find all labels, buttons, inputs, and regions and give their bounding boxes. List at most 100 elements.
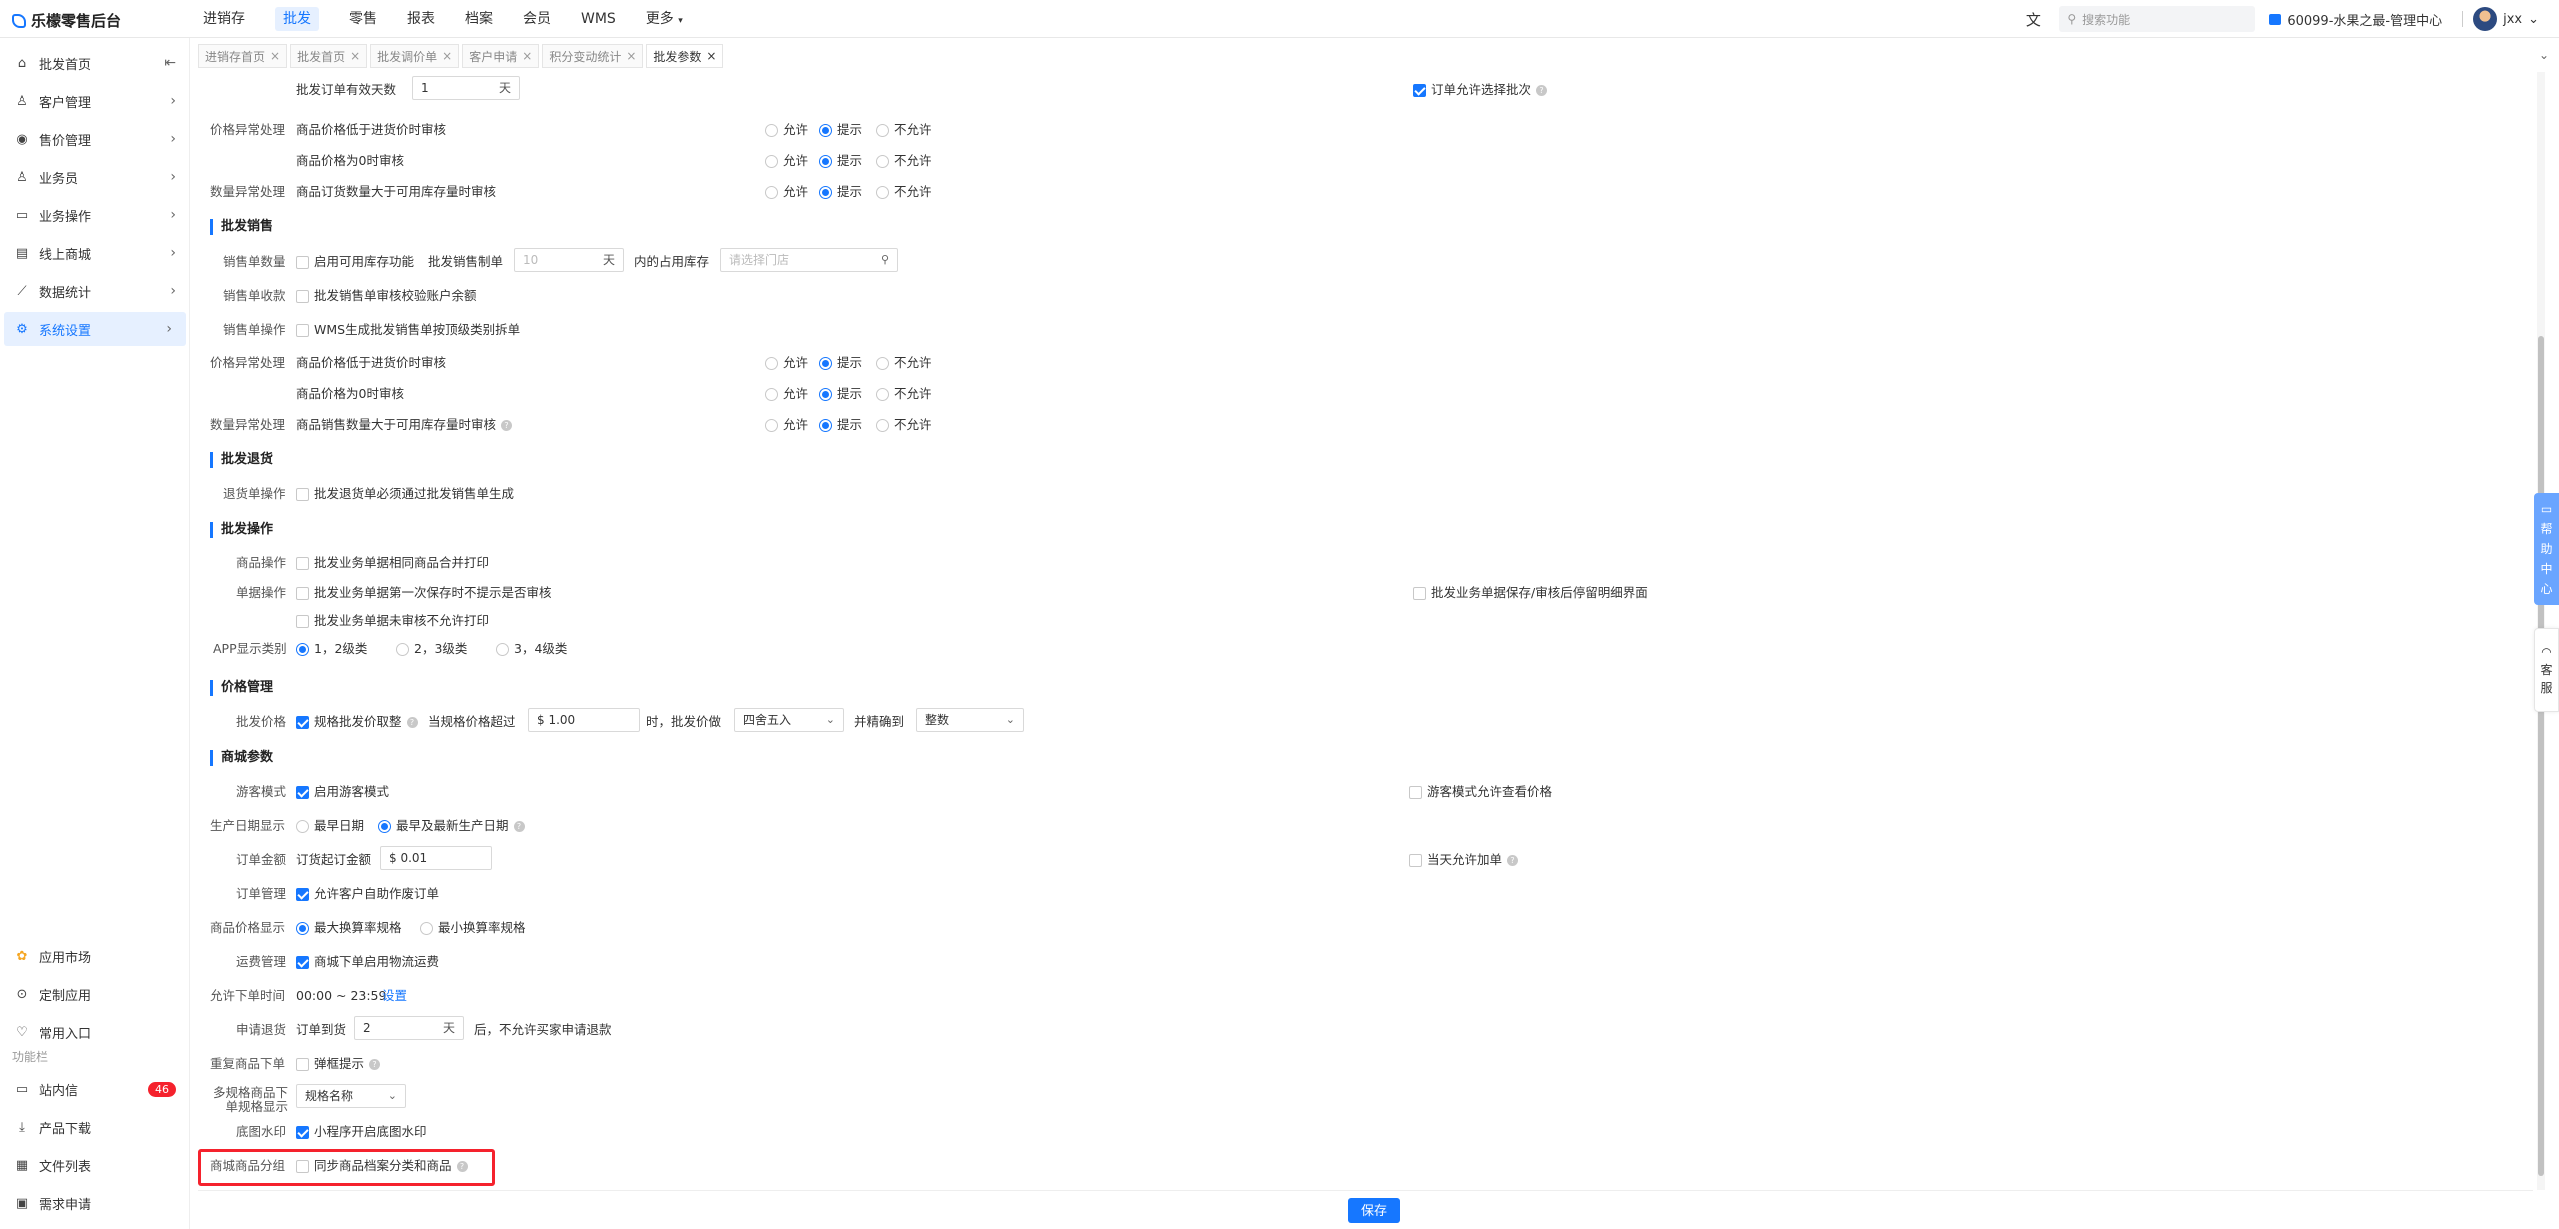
round-mode-select[interactable]: 四舍五入 ⌄ bbox=[734, 708, 844, 732]
close-icon[interactable]: × bbox=[626, 49, 636, 63]
translate-icon[interactable]: 文 bbox=[2021, 9, 2045, 30]
exceed-value-input[interactable]: $ 1.00 bbox=[528, 708, 640, 732]
precision-select[interactable]: 整数 ⌄ bbox=[916, 708, 1024, 732]
store-select[interactable]: 请选择门店 ⚲ bbox=[720, 248, 898, 272]
radio-max-rate[interactable] bbox=[296, 921, 309, 935]
sidebar-item-customer[interactable]: ♙ 客户管理 › bbox=[0, 84, 190, 118]
radio-cat-23[interactable] bbox=[396, 642, 409, 656]
help-icon[interactable]: ? bbox=[369, 1058, 381, 1070]
radio-allow[interactable] bbox=[765, 154, 778, 168]
enable-stock-checkbox[interactable] bbox=[296, 255, 309, 269]
nav-wholesale[interactable]: 批发 bbox=[260, 0, 334, 38]
help-icon[interactable]: ? bbox=[1507, 854, 1519, 866]
sidebar-item-online-mall[interactable]: ▤ 线上商城 › bbox=[0, 236, 190, 270]
help-center-tab[interactable]: ▭ 帮助中心 bbox=[2534, 493, 2559, 605]
sidebar-item-messages[interactable]: ▭ 站内信 46 bbox=[0, 1072, 190, 1106]
valid-days-input[interactable]: 1天 bbox=[412, 76, 520, 100]
scrollbar-thumb[interactable] bbox=[2538, 336, 2544, 1176]
collapse-icon[interactable]: ⇤ bbox=[164, 55, 176, 71]
sidebar-item-favorites[interactable]: ♡ 常用入口 bbox=[0, 1015, 190, 1049]
radio-earliest[interactable] bbox=[296, 819, 309, 833]
radio-min-rate[interactable] bbox=[420, 921, 433, 935]
sidebar-item-download[interactable]: ⤓ 产品下载 bbox=[0, 1110, 190, 1144]
radio-allow[interactable] bbox=[765, 387, 778, 401]
same-day-checkbox[interactable] bbox=[1409, 853, 1422, 867]
radio-disallow[interactable] bbox=[876, 356, 889, 370]
radio-prompt[interactable] bbox=[819, 418, 832, 432]
help-icon[interactable]: ? bbox=[513, 820, 525, 832]
sync-group-checkbox[interactable] bbox=[296, 1159, 309, 1173]
allow-batch-checkbox[interactable] bbox=[1413, 83, 1426, 97]
sidebar-item-wholesale-home[interactable]: ⌂ 批发首页 ⇤ bbox=[0, 46, 190, 80]
nav-archive[interactable]: 档案 bbox=[450, 0, 508, 38]
radio-disallow[interactable] bbox=[876, 123, 889, 137]
user-menu[interactable]: jxx ⌄ bbox=[2473, 7, 2539, 31]
tab-wholesale-home[interactable]: 批发首页 × bbox=[290, 44, 368, 68]
self-cancel-checkbox[interactable] bbox=[296, 887, 309, 901]
nav-member[interactable]: 会员 bbox=[508, 0, 566, 38]
sidebar-item-custom-app[interactable]: ⊙ 定制应用 bbox=[0, 977, 190, 1011]
guest-price-checkbox[interactable] bbox=[1409, 785, 1422, 799]
sidebar-item-operations[interactable]: ▭ 业务操作 › bbox=[0, 198, 190, 232]
logistics-checkbox[interactable] bbox=[296, 955, 309, 969]
radio-cat-34[interactable] bbox=[496, 642, 509, 656]
merge-print-checkbox[interactable] bbox=[296, 556, 309, 570]
balance-check-checkbox[interactable] bbox=[296, 289, 309, 303]
wms-split-checkbox[interactable] bbox=[296, 323, 309, 337]
tab-points-stats[interactable]: 积分变动统计 × bbox=[542, 44, 644, 68]
radio-disallow[interactable] bbox=[876, 387, 889, 401]
radio-allow[interactable] bbox=[765, 418, 778, 432]
nav-reports[interactable]: 报表 bbox=[392, 0, 450, 38]
customer-service-tab[interactable]: ◠ 客服 bbox=[2534, 628, 2559, 712]
radio-allow[interactable] bbox=[765, 356, 778, 370]
tab-inventory-home[interactable]: 进销存首页 × bbox=[198, 44, 288, 68]
return-must-checkbox[interactable] bbox=[296, 487, 309, 501]
radio-prompt[interactable] bbox=[819, 185, 832, 199]
help-icon[interactable]: ? bbox=[456, 1160, 468, 1172]
radio-prompt[interactable] bbox=[819, 387, 832, 401]
spec-round-checkbox[interactable] bbox=[296, 715, 309, 729]
tab-customer-apply[interactable]: 客户申请 × bbox=[462, 44, 540, 68]
nav-inventory[interactable]: 进销存 bbox=[188, 0, 260, 38]
sidebar-item-settings[interactable]: ⚙ 系统设置 › bbox=[4, 312, 186, 346]
search-input[interactable]: ⚲ 搜索功能 bbox=[2059, 6, 2256, 32]
radio-disallow[interactable] bbox=[876, 418, 889, 432]
mini-watermark-checkbox[interactable] bbox=[296, 1125, 309, 1139]
radio-prompt[interactable] bbox=[819, 123, 832, 137]
radio-prompt[interactable] bbox=[819, 356, 832, 370]
stay-detail-checkbox[interactable] bbox=[1413, 586, 1426, 600]
spec-name-select[interactable]: 规格名称 ⌄ bbox=[296, 1084, 406, 1108]
radio-prompt[interactable] bbox=[819, 154, 832, 168]
popup-hint-checkbox[interactable] bbox=[296, 1057, 309, 1071]
radio-disallow[interactable] bbox=[876, 185, 889, 199]
app-logo[interactable]: 乐檬零售后台 bbox=[12, 10, 121, 31]
sales-days-input[interactable]: 10 天 bbox=[514, 248, 624, 272]
tab-wholesale-params[interactable]: 批发参数 × bbox=[646, 44, 724, 68]
sidebar-item-app-market[interactable]: ✿ 应用市场 bbox=[0, 939, 190, 973]
tabs-dropdown-icon[interactable]: ⌄ bbox=[2539, 48, 2549, 62]
close-icon[interactable]: × bbox=[706, 49, 716, 63]
close-icon[interactable]: × bbox=[350, 49, 360, 63]
sidebar-item-salesman[interactable]: ♙ 业务员 › bbox=[0, 160, 190, 194]
close-icon[interactable]: × bbox=[270, 49, 280, 63]
min-amount-input[interactable]: $ 0.01 bbox=[380, 846, 492, 870]
help-icon[interactable]: ? bbox=[1536, 84, 1548, 96]
help-icon[interactable]: ? bbox=[501, 419, 513, 431]
no-print-checkbox[interactable] bbox=[296, 614, 309, 628]
store-selector[interactable]: 60099-水果之最-管理中心 bbox=[2269, 10, 2442, 29]
tab-price-adjust[interactable]: 批发调价单 × bbox=[370, 44, 460, 68]
no-prompt-checkbox[interactable] bbox=[296, 586, 309, 600]
help-icon[interactable]: ? bbox=[406, 716, 418, 728]
radio-cat-12[interactable] bbox=[296, 642, 309, 656]
nav-more[interactable]: 更多 ▾ bbox=[631, 0, 698, 38]
sidebar-item-statistics[interactable]: ⟋ 数据统计 › bbox=[0, 274, 190, 308]
close-icon[interactable]: × bbox=[442, 49, 452, 63]
sidebar-item-files[interactable]: ▦ 文件列表 bbox=[0, 1148, 190, 1182]
enable-guest-checkbox[interactable] bbox=[296, 785, 309, 799]
radio-earliest-latest[interactable] bbox=[378, 819, 391, 833]
radio-disallow[interactable] bbox=[876, 154, 889, 168]
radio-allow[interactable] bbox=[765, 123, 778, 137]
radio-allow[interactable] bbox=[765, 185, 778, 199]
close-icon[interactable]: × bbox=[522, 49, 532, 63]
nav-retail[interactable]: 零售 bbox=[334, 0, 392, 38]
